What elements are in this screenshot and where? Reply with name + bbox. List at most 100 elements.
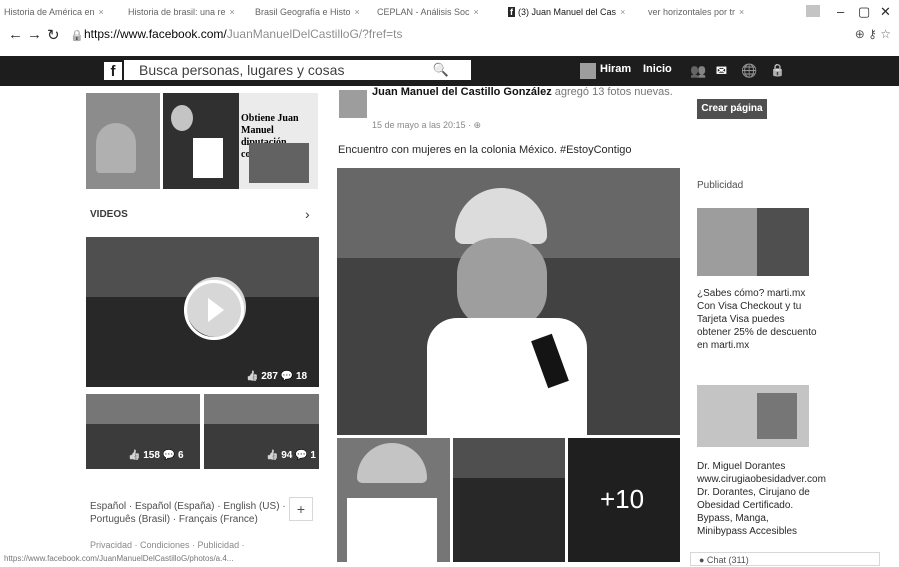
person-figure [171,105,193,131]
post-date[interactable]: 15 de mayo a las 20:15 · ⊕ [372,120,481,131]
left-photo-3[interactable]: Obtiene Juan Manuel diputación cordobesa [239,93,318,189]
post-author-line: Juan Manuel del Castillo González agregó… [372,86,673,98]
cap-figure [357,443,427,483]
zoom-icon[interactable]: ⊕ [855,27,865,41]
search-placeholder: Busca personas, lugares y cosas [139,62,345,78]
url-host: https://www.facebook.com/ [84,27,227,41]
tab-facebook-active[interactable]: f (3) Juan Manuel del Cas × [508,3,638,21]
ad-figure [757,208,809,276]
ad-2-text[interactable]: Dr. Miguel Dorantes www.cirugiaobesidadv… [697,460,826,538]
chat-bar[interactable]: ● Chat (311) [690,552,880,566]
tab-label: Historia de América en [4,7,95,17]
post-action: agregó 13 fotos nuevas. [554,86,673,98]
language-list[interactable]: Español · Español (España) · English (US… [90,500,290,526]
lock-icon: 🔒 [70,30,84,42]
like-count: 158 [143,450,160,461]
close-icon[interactable]: × [355,7,360,17]
tab-label: CEPLAN - Análisis Soc [377,7,470,17]
ad-2-image[interactable] [697,385,809,447]
play-triangle [208,298,224,322]
ad-1-image[interactable] [697,208,809,276]
videos-heading: VIDEOS [90,209,128,220]
comment-icon: 💬 [295,450,308,461]
tab-label: Historia de brasil: una re [128,7,226,17]
create-page-button[interactable]: Crear página [697,99,767,119]
globe-icon[interactable]: 🌐 [741,63,757,79]
ad-figure [757,393,797,439]
comment-icon: 💬 [162,450,176,461]
star-icon[interactable]: ☆ [880,27,891,41]
close-icon[interactable]: × [739,7,744,17]
post-sub-photo-2[interactable] [453,438,565,562]
person-figure [96,123,136,173]
like-icon: 👍 [128,450,141,461]
tab-ceplan[interactable]: CEPLAN - Análisis Soc × [377,3,497,21]
post-sub-photo-1[interactable] [337,438,450,562]
crowd-figure [453,478,565,562]
like-count: 287 [261,371,278,382]
footer-links[interactable]: Privacidad · Condiciones · Publicidad · [90,540,245,550]
left-photo-2[interactable] [163,93,239,189]
comment-count: 6 [177,450,184,461]
like-count: 94 [281,450,293,461]
tab-historia-america[interactable]: Historia de América en × [4,3,114,21]
tab-brasil-geografia[interactable]: Brasil Geografía e Histo × [255,3,367,21]
close-window-button[interactable]: ✕ [880,4,891,20]
photo-image-area [249,143,309,183]
home-link[interactable]: Inicio [643,63,672,75]
crowd-figure [86,424,200,469]
comment-icon: 💬 [280,371,294,382]
avatar[interactable] [580,63,596,79]
ads-heading: Publicidad [697,180,744,191]
privacy-icon[interactable]: 🔒 [770,63,785,77]
thumb-stats: 👍 94 💬 1 [266,450,316,461]
friends-icon[interactable]: 👥 [690,63,706,79]
like-icon: 👍 [266,450,279,461]
chevron-right-icon[interactable]: › [305,206,310,222]
author-name[interactable]: Juan Manuel del Castillo González [372,86,552,98]
post-caption: Encuentro con mujeres en la colonia Méxi… [338,144,632,156]
facebook-top-bar: f Busca personas, lugares y cosas 🔍 Hira… [0,56,899,86]
profile-link[interactable]: Hiram [600,63,631,75]
comment-count: 18 [295,371,308,382]
reload-icon[interactable]: ↻ [47,26,60,44]
post-main-photo[interactable] [337,168,680,435]
browser-tab-bar: Historia de América en × Historia de bras… [0,0,899,25]
document-figure [193,138,223,178]
close-icon[interactable]: × [620,7,625,17]
close-icon[interactable]: × [99,7,104,17]
user-profile-icon[interactable] [806,5,820,17]
messages-icon[interactable]: ✉ [716,63,727,79]
tab-gmail[interactable]: ver horizontales por tr × [648,3,768,21]
facebook-logo-icon[interactable]: f [104,62,122,80]
close-icon[interactable]: × [230,7,235,17]
maximize-button[interactable]: ▢ [858,4,870,20]
minimize-button[interactable]: – [837,4,844,19]
face-figure [457,238,547,328]
key-icon[interactable]: ⚷ [868,27,877,41]
left-photo-1[interactable] [86,93,160,189]
back-arrow-icon[interactable]: ← [8,26,23,43]
facebook-icon: f [508,7,515,17]
more-photos-count[interactable]: +10 [600,484,644,515]
tab-historia-brasil[interactable]: Historia de brasil: una re × [128,3,238,21]
search-icon[interactable]: 🔍 [433,60,449,80]
url-path: JuanManuelDelCastilloG/?fref=ts [226,27,403,41]
like-icon: 👍 [246,371,259,382]
crowd-figure [204,424,319,469]
comment-count: 1 [310,450,316,461]
ad-1-text[interactable]: ¿Sabes cómo? marti.mx Con Visa Checkout … [697,287,817,352]
play-button-icon[interactable] [184,280,244,340]
video-thumb-1[interactable]: 👍 158 💬 6 [86,394,200,469]
add-language-button[interactable]: + [289,497,313,521]
close-icon[interactable]: × [474,7,479,17]
forward-arrow-icon[interactable]: → [27,26,42,43]
author-avatar[interactable] [339,90,367,118]
url-field[interactable]: https://www.facebook.com/JuanManuelDelCa… [84,27,403,41]
video-main[interactable]: 👍 287 💬 18 [86,237,319,387]
address-bar-row: ← → ↻ 🔒 https://www.facebook.com/JuanMan… [0,24,899,46]
fb-search-input[interactable]: Busca personas, lugares y cosas 🔍 [124,60,471,80]
video-thumb-2[interactable]: 👍 94 💬 1 [204,394,319,469]
thumb-stats: 👍 158 💬 6 [128,450,184,461]
video-stats: 👍 287 💬 18 [246,371,307,382]
